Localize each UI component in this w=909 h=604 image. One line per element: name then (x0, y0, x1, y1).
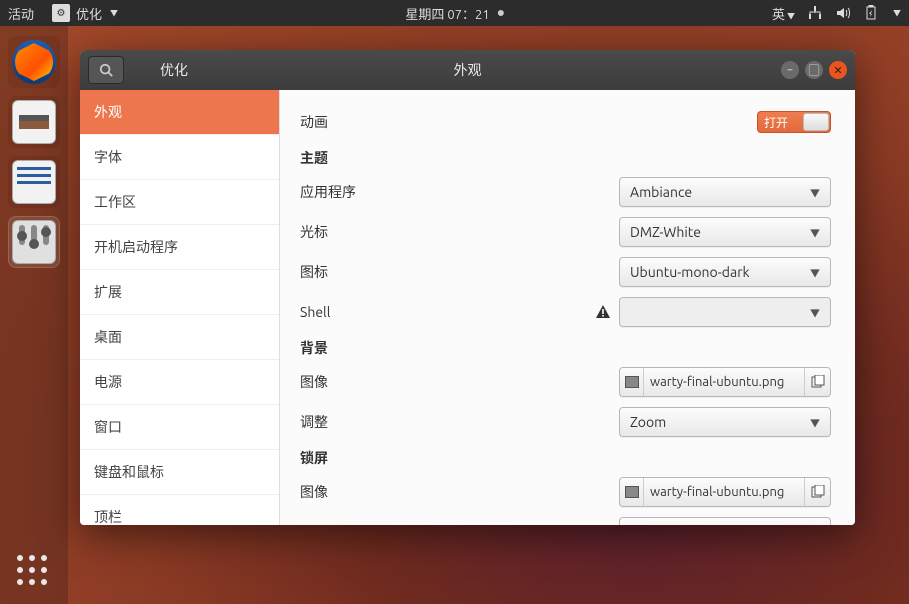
cursor-theme-combo[interactable]: DMZ-White ▼ (619, 217, 831, 247)
dock-item-firefox[interactable] (8, 36, 60, 88)
chevron-down-icon: ▼ (810, 525, 820, 526)
tweaks-indicator-icon: ⚙ (52, 4, 70, 22)
file-name-label: warty-final-ubuntu.png (644, 478, 804, 506)
sidebar-item-power[interactable]: 电源 (80, 360, 279, 405)
minimize-button[interactable]: − (781, 61, 799, 79)
gnome-tweaks-icon (12, 220, 56, 264)
background-adjust-label: 调整 (300, 412, 328, 432)
sidebar-item-fonts[interactable]: 字体 (80, 135, 279, 180)
system-menu-chevron-icon[interactable]: ▼ (893, 8, 901, 19)
browse-icon (804, 368, 830, 396)
chevron-down-icon: ▼ (810, 225, 820, 240)
settings-content: 动画 打开 主题 应用程序 Ambiance ▼ 光标 (280, 90, 855, 525)
dock (0, 26, 68, 604)
lockscreen-adjust-combo[interactable]: Zoom ▼ (619, 517, 831, 525)
combo-value: Zoom (630, 524, 810, 525)
shell-theme-label: Shell (300, 304, 330, 320)
file-name-label: warty-final-ubuntu.png (644, 368, 804, 396)
combo-value: Ambiance (630, 184, 810, 200)
toggle-on-text: 打开 (764, 114, 788, 131)
sidebar-item-windows[interactable]: 窗口 (80, 405, 279, 450)
icon-theme-label: 图标 (300, 262, 328, 282)
lockscreen-image-label: 图像 (300, 482, 328, 502)
app-menu-label[interactable]: 优化 (76, 4, 102, 23)
chevron-down-icon: ▼ (810, 415, 820, 430)
chevron-down-icon: ▼ (810, 305, 820, 320)
background-image-chooser[interactable]: warty-final-ubuntu.png (619, 367, 831, 397)
battery-icon[interactable] (863, 5, 879, 21)
sidebar-item-extensions[interactable]: 扩展 (80, 270, 279, 315)
volume-icon[interactable] (835, 5, 851, 21)
animations-toggle[interactable]: 打开 (757, 111, 831, 133)
tweaks-window: 优化 外观 − ▢ ✕ 外观 字体 工作区 开机启动程序 扩展 桌面 电源 窗口… (80, 50, 855, 525)
combo-value: DMZ-White (630, 224, 810, 240)
lockscreen-section-header: 锁屏 (300, 448, 831, 468)
sidebar-item-workspaces[interactable]: 工作区 (80, 180, 279, 225)
close-button[interactable]: ✕ (829, 61, 847, 79)
background-image-label: 图像 (300, 372, 328, 392)
lockscreen-adjust-label: 调整 (300, 522, 328, 525)
file-manager-icon (12, 100, 56, 144)
combo-value: Ubuntu-mono-dark (630, 264, 810, 280)
header-app-title: 优化 (160, 60, 188, 80)
image-file-icon (620, 478, 644, 506)
sidebar-item-keyboard-mouse[interactable]: 键盘和鼠标 (80, 450, 279, 495)
background-adjust-combo[interactable]: Zoom ▼ (619, 407, 831, 437)
background-section-header: 背景 (300, 338, 831, 358)
sidebar-item-startup[interactable]: 开机启动程序 (80, 225, 279, 270)
network-icon[interactable] (807, 5, 823, 21)
libreoffice-writer-icon (12, 160, 56, 204)
cursor-theme-label: 光标 (300, 222, 328, 242)
notification-dot-icon (498, 10, 504, 16)
theme-section-header: 主题 (300, 148, 831, 168)
lockscreen-image-chooser[interactable]: warty-final-ubuntu.png (619, 477, 831, 507)
animations-label: 动画 (300, 112, 328, 132)
applications-theme-label: 应用程序 (300, 182, 356, 202)
sidebar-item-appearance[interactable]: 外观 (80, 90, 279, 135)
sidebar-item-topbar[interactable]: 顶栏 (80, 495, 279, 525)
dock-item-writer[interactable] (8, 156, 60, 208)
titlebar: 优化 外观 − ▢ ✕ (80, 50, 855, 90)
chevron-down-icon: ▼ (810, 265, 820, 280)
image-file-icon (620, 368, 644, 396)
show-applications-button[interactable] (14, 552, 50, 588)
combo-value: Zoom (630, 414, 810, 430)
dock-item-files[interactable] (8, 96, 60, 148)
maximize-button[interactable]: ▢ (805, 61, 823, 79)
clock-label[interactable]: 星期四 07：21 (405, 4, 489, 23)
header-page-title: 外观 (454, 60, 482, 80)
icon-theme-combo[interactable]: Ubuntu-mono-dark ▼ (619, 257, 831, 287)
category-sidebar: 外观 字体 工作区 开机启动程序 扩展 桌面 电源 窗口 键盘和鼠标 顶栏 (80, 90, 280, 525)
sidebar-item-desktop[interactable]: 桌面 (80, 315, 279, 360)
top-panel: 活动 ⚙ 优化 ▼ 星期四 07：21 英▼ ▼ (0, 0, 909, 26)
activities-button[interactable]: 活动 (8, 4, 34, 23)
search-button[interactable] (88, 56, 124, 84)
warning-icon (595, 304, 611, 320)
shell-theme-combo: ▼ (619, 297, 831, 327)
toggle-knob (803, 113, 829, 131)
chevron-down-icon: ▼ (810, 185, 820, 200)
dock-item-tweaks[interactable] (8, 216, 60, 268)
chevron-down-icon: ▼ (110, 8, 118, 19)
applications-theme-combo[interactable]: Ambiance ▼ (619, 177, 831, 207)
firefox-icon (12, 40, 56, 84)
browse-icon (804, 478, 830, 506)
search-icon (99, 63, 113, 77)
input-method-indicator[interactable]: 英▼ (772, 4, 795, 23)
